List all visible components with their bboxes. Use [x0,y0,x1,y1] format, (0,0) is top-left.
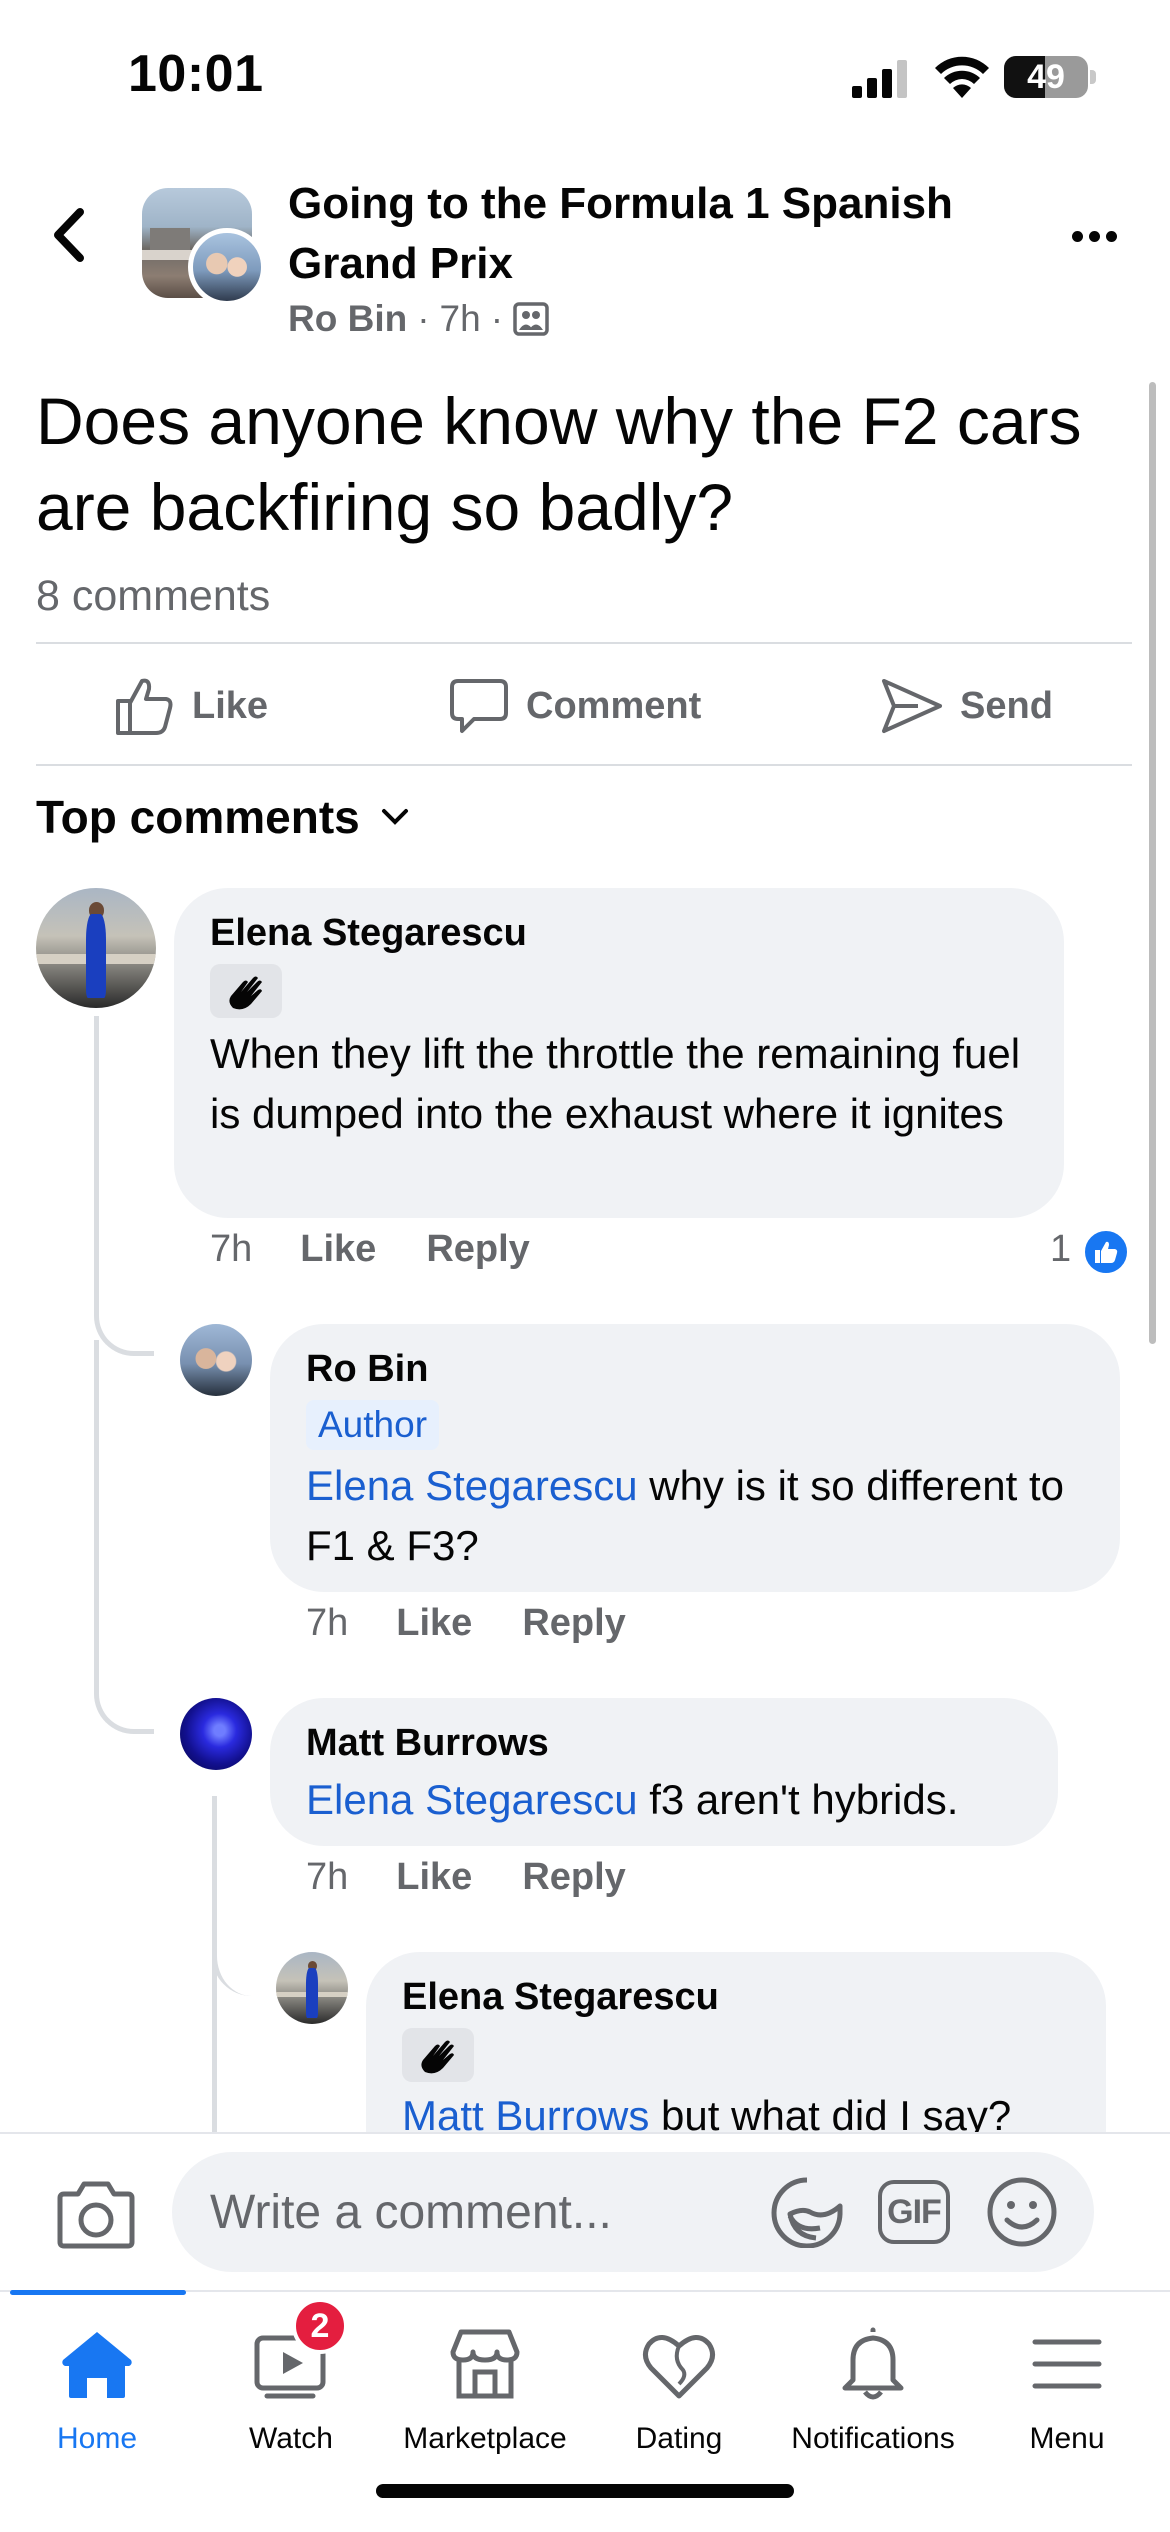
comment-body: f3 aren't hybrids. [637,1776,959,1823]
comment-reply-button[interactable]: Reply [522,1856,625,1899]
commenter-avatar[interactable] [180,1324,252,1396]
back-button[interactable] [42,200,98,270]
camera-icon[interactable] [56,2178,136,2250]
comment-count[interactable]: 8 comments [36,572,270,621]
scrollbar[interactable] [1149,382,1156,1344]
comment-like-button[interactable]: Like [396,1602,472,1645]
send-button[interactable]: Send [880,648,1053,764]
notification-badge: 2 [292,2298,348,2354]
group-members-icon [513,302,549,336]
divider [36,642,1132,644]
send-label: Send [960,684,1053,727]
wave-badge-icon[interactable] [402,2028,474,2082]
wave-hand-icon [229,976,262,1010]
battery-tip [1090,70,1096,84]
comment-author[interactable]: Elena Stegarescu [402,1976,719,2019]
tab-label: Marketplace [403,2422,567,2455]
tab-marketplace[interactable]: Marketplace [388,2310,582,2460]
send-icon [882,679,942,733]
divider [36,764,1132,766]
comment-text: When they lift the throttle the remainin… [210,1030,1021,1137]
tab-dating[interactable]: Dating [582,2310,776,2460]
comment-reply-button[interactable]: Reply [522,1602,625,1645]
wifi-icon [935,56,989,98]
status-bar: 10:01 49 [0,0,1170,150]
active-tab-indicator [10,2290,186,2295]
like-label: Like [192,684,269,727]
tab-notifications[interactable]: Notifications [776,2310,970,2460]
author-badge: Author [306,1400,440,1450]
tab-label: Notifications [791,2422,955,2455]
gif-button[interactable]: GIF [878,2180,950,2244]
commenter-avatar[interactable] [276,1952,348,2024]
cellular-signal-icon [852,60,907,98]
tab-menu[interactable]: Menu [970,2310,1164,2460]
tab-label: Menu [1029,2422,1105,2455]
wave-hand-icon [421,2040,454,2074]
comment-meta: 7h Like Reply [306,1602,676,1645]
home-icon [62,2332,132,2398]
mention-link[interactable]: Elena Stegarescu [306,1462,638,1509]
post-text: Does anyone know why the F2 cars are bac… [36,384,1082,544]
bell-icon [842,2327,904,2400]
battery-level: 49 [1027,58,1065,96]
comment-time: 7h [210,1228,253,1270]
menu-icon [1032,2339,1102,2389]
comment-author[interactable]: Elena Stegarescu [210,912,527,955]
commenter-avatar[interactable] [180,1698,252,1770]
tab-label: Home [56,2422,138,2455]
like-button[interactable]: Like [114,648,268,764]
sort-label: Top comments [36,791,360,843]
comment-like-button[interactable]: Like [396,1856,472,1899]
battery-icon: 49 [1004,56,1088,98]
post-meta: Ro Bin · 7h · [288,298,549,340]
status-time: 10:01 [128,45,264,103]
tab-watch[interactable]: Watch [194,2310,388,2460]
comment-time: 7h [306,1602,349,1644]
post-actions: Like Comment Send [36,648,1132,764]
comment-label: Comment [526,684,702,727]
emoji-icon[interactable] [986,2176,1058,2248]
like-reaction-icon[interactable] [1082,1228,1130,1276]
comment-bubble: Ro Bin Author Elena Stegarescu why is it… [270,1324,1120,1592]
comment-meta: 7h Like Reply [306,1856,676,1899]
comment-author[interactable]: Ro Bin [306,1348,428,1391]
comment-bubble: Matt Burrows Elena Stegarescu f3 aren't … [270,1698,1058,1846]
comment-text: Elena Stegarescu f3 aren't hybrids. [306,1770,1046,1830]
comment-button[interactable]: Comment [448,648,701,764]
comment-reply-button[interactable]: Reply [426,1228,529,1271]
marketplace-icon [450,2329,520,2399]
comment-meta: 7h Like Reply [210,1228,580,1271]
thread-line [94,1016,154,1356]
sticker-icon[interactable] [770,2176,844,2248]
commenter-avatar[interactable] [36,888,156,1008]
comment-icon [450,679,508,733]
wave-badge-icon[interactable] [210,964,282,1018]
more-options-button[interactable] [1068,218,1120,254]
author-avatar[interactable] [188,228,266,306]
tab-label: Watch [249,2422,333,2455]
comment-author[interactable]: Matt Burrows [306,1722,549,1765]
thumbs-up-icon [116,678,173,735]
post-author[interactable]: Ro Bin [288,298,407,340]
comment-time: 7h [306,1856,349,1898]
post-time: 7h [439,298,481,339]
comment-input[interactable] [172,2152,1094,2272]
group-title[interactable]: Going to the Formula 1 Spanish Grand Pri… [288,174,1028,294]
thread-line [94,1340,154,1734]
mention-link[interactable]: Elena Stegarescu [306,1776,638,1823]
sort-comments-button[interactable]: Top comments [36,790,410,844]
comment-like-button[interactable]: Like [300,1228,376,1271]
comment-text: Elena Stegarescu why is it so different … [306,1456,1096,1576]
dating-icon [643,2335,715,2399]
home-indicator[interactable] [376,2484,794,2498]
tab-home[interactable]: Home [0,2310,194,2460]
thread-line [212,1886,272,1996]
comment-bubble: Elena Stegarescu When they lift the thro… [174,888,1064,1218]
reaction-count[interactable]: 1 [1050,1228,1071,1271]
chevron-down-icon [381,809,408,825]
tab-label: Dating [635,2422,723,2455]
thumbs-up-icon [1095,1241,1118,1263]
